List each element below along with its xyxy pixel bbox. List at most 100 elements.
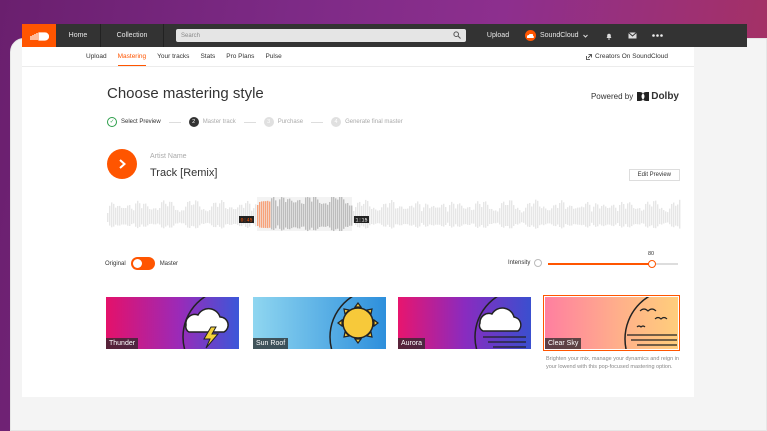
info-icon[interactable]	[534, 259, 543, 267]
style-card-aurora[interactable]: Aurora	[398, 297, 531, 349]
intensity-slider[interactable]: 80	[548, 251, 678, 268]
waveform-bar	[411, 205, 413, 226]
soundcloud-logo[interactable]	[22, 24, 56, 47]
waveform-bar	[189, 201, 191, 228]
nav-collection[interactable]: Collection	[101, 24, 164, 47]
waveform-bar	[343, 199, 345, 229]
check-icon: ✓	[107, 117, 117, 127]
waveform-bar	[325, 203, 327, 227]
waveform-bar	[535, 199, 537, 229]
upload-link[interactable]: Upload	[481, 32, 515, 39]
waveform-bar	[283, 197, 285, 230]
waveform-bar	[407, 208, 409, 225]
more-icon[interactable]	[652, 34, 663, 37]
waveform-bar	[321, 203, 323, 227]
waveform-bar	[247, 200, 249, 229]
master-toggle[interactable]	[130, 257, 155, 270]
waveform-bar	[169, 201, 171, 228]
step-number: 4	[331, 117, 342, 127]
style-name: Aurora	[398, 338, 426, 349]
waveform-bar	[319, 202, 321, 228]
waveform-bar	[337, 199, 339, 229]
waveform-bar	[227, 209, 229, 224]
waveform-bar	[163, 200, 165, 229]
waveform-bar	[393, 202, 395, 228]
search-input[interactable]: Search	[176, 29, 466, 42]
waveform-bar	[269, 201, 271, 228]
waveform-bar	[611, 205, 613, 226]
style-card-sun-roof[interactable]: Sun Roof	[253, 297, 386, 349]
edit-preview-button[interactable]: Edit Preview	[628, 169, 680, 181]
waveform-bar	[255, 204, 257, 227]
waveform-bar	[133, 210, 135, 224]
subnav-pulse[interactable]: Pulse	[265, 53, 281, 60]
waveform-bar	[549, 210, 551, 224]
subnav-pro-plans[interactable]: Pro Plans	[226, 53, 254, 60]
top-navbar: Home Collection Search Upload SoundCloud	[22, 24, 747, 47]
waveform-bar	[135, 203, 137, 227]
waveform-bar	[161, 202, 163, 228]
waveform-bar	[593, 206, 595, 226]
account-menu[interactable]: SoundCloud	[525, 30, 595, 41]
waveform-bar	[591, 211, 593, 223]
waveform-bar	[677, 204, 679, 227]
waveform-bar	[491, 208, 493, 225]
waveform-bar	[275, 200, 277, 229]
end-time: 1:15	[355, 218, 367, 224]
subnav-upload[interactable]: Upload	[86, 53, 107, 60]
waveform-bar	[109, 205, 111, 226]
external-link-icon	[586, 53, 592, 60]
waveform[interactable]: 0:45 1:15	[107, 197, 681, 237]
waveform-bar	[143, 203, 145, 227]
waveform-bar	[489, 208, 491, 225]
cloud-icon	[527, 33, 534, 38]
waveform-bar	[223, 201, 225, 228]
waveform-bar	[397, 208, 399, 225]
waveform-bar	[281, 197, 283, 231]
waveform-bar	[441, 204, 443, 227]
waveform-bar	[389, 203, 391, 227]
progress-steps: ✓ Select Preview 2 Master track 3 Purcha…	[107, 117, 403, 127]
waveform-bar	[289, 198, 291, 230]
waveform-bar	[559, 203, 561, 227]
subnav-mastering[interactable]: Mastering	[117, 53, 147, 66]
waveform-bar	[437, 207, 439, 225]
waveform-bar	[621, 201, 623, 228]
waveform-bar	[639, 208, 641, 225]
style-card-thunder[interactable]: Thunder	[106, 297, 239, 349]
search-icon[interactable]	[453, 31, 461, 39]
waveform-bar	[369, 206, 371, 226]
waveform-bar	[131, 208, 133, 225]
step-number: 3	[263, 117, 274, 127]
waveform-bar	[285, 202, 287, 228]
waveform-bar	[429, 208, 431, 225]
waveform-bar	[585, 203, 587, 227]
waveform-bar	[265, 201, 267, 228]
waveform-bar	[663, 210, 665, 224]
intensity-control: Intensity	[508, 259, 543, 267]
waveform-bar	[107, 213, 109, 222]
waveform-bar	[235, 209, 237, 224]
waveform-bar	[651, 206, 653, 226]
waveform-bar	[175, 209, 177, 224]
waveform-bar	[457, 204, 459, 227]
style-card-clear-sky[interactable]: Clear Sky	[543, 295, 680, 351]
waveform-bar	[225, 208, 227, 225]
waveform-bar	[553, 205, 555, 226]
play-button[interactable]	[107, 149, 137, 179]
waveform-bar	[423, 207, 425, 225]
waveform-bar	[233, 209, 235, 224]
waveform-bar	[341, 197, 343, 231]
chevron-down-icon	[582, 34, 588, 38]
subnav-stats[interactable]: Stats	[200, 53, 215, 60]
creators-link[interactable]: Creators On SoundCloud	[586, 53, 679, 60]
slider-handle[interactable]	[648, 260, 656, 268]
waveform-bar	[527, 203, 529, 227]
waveform-bar	[141, 208, 143, 225]
mail-icon[interactable]	[628, 32, 637, 39]
waveform-bar	[313, 197, 315, 231]
waveform-bar	[391, 200, 393, 229]
nav-home[interactable]: Home	[56, 24, 101, 47]
bell-icon[interactable]	[605, 32, 613, 40]
subnav-your-tracks[interactable]: Your tracks	[157, 53, 189, 60]
